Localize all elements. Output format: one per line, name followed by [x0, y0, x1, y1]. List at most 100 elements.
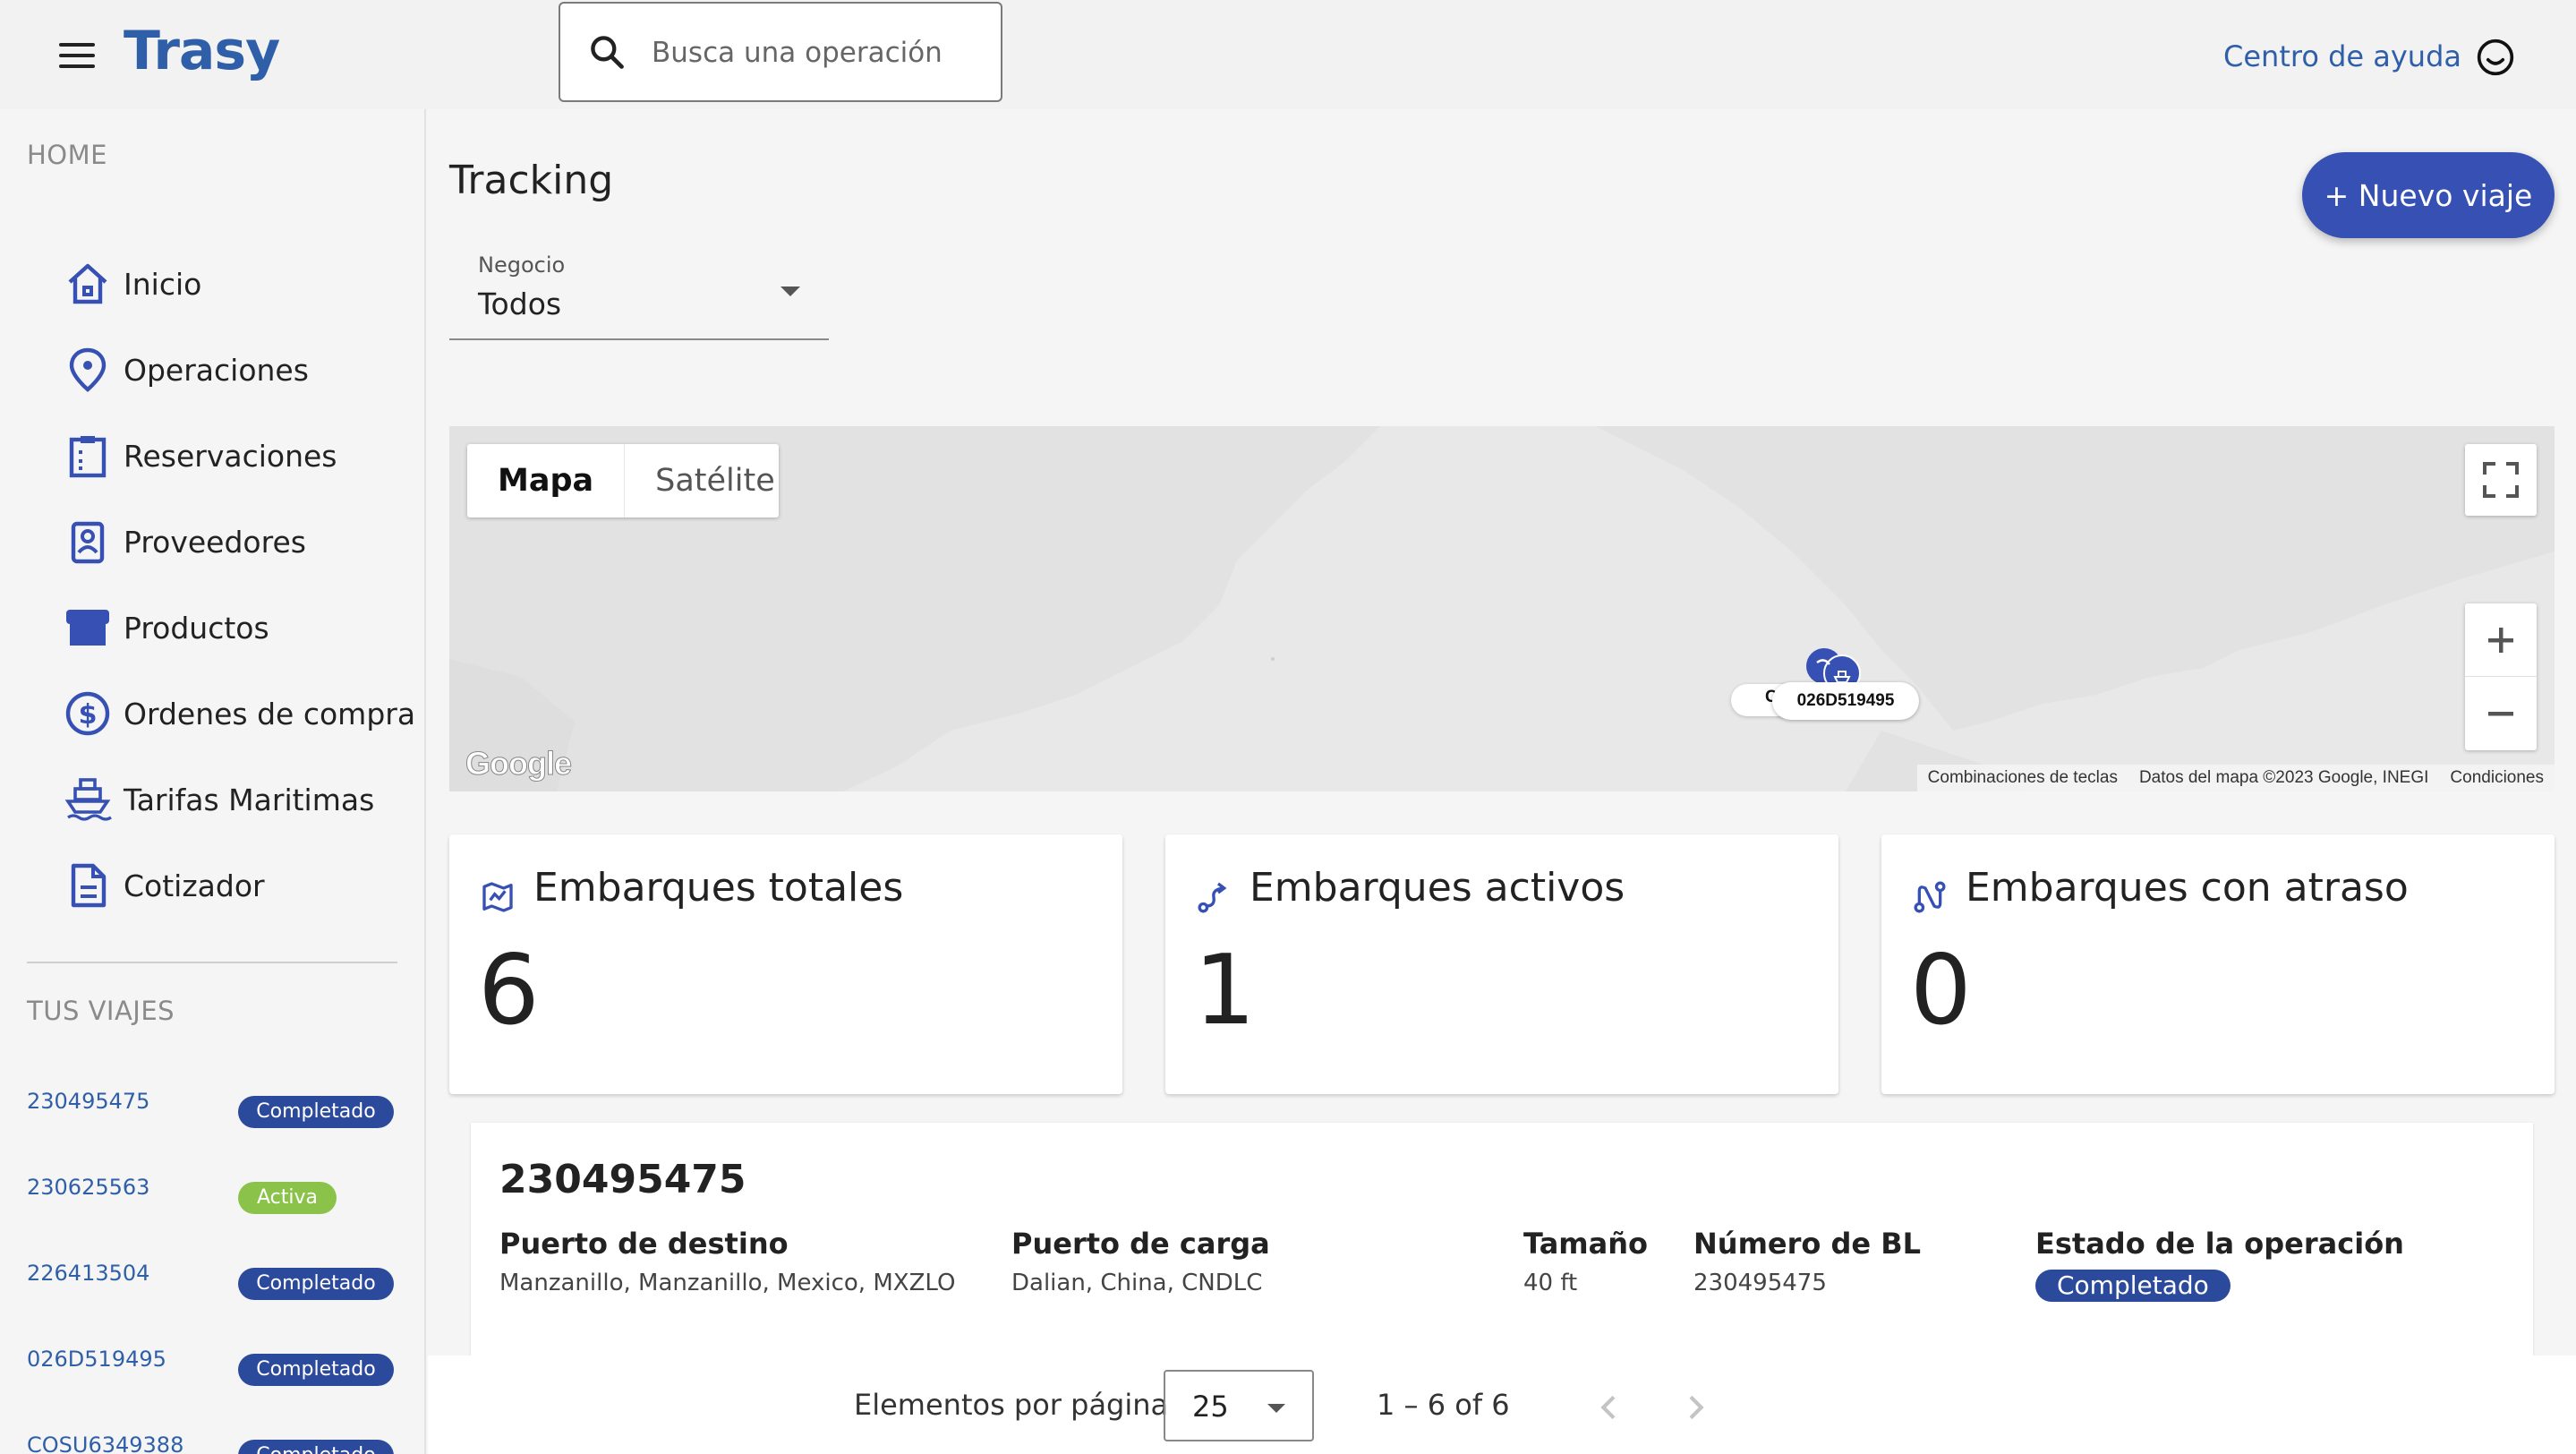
previous-page-icon[interactable]: [1591, 1390, 1627, 1425]
keyboard-shortcuts-link[interactable]: Combinaciones de teclas: [1928, 768, 2118, 788]
trip-list-item[interactable]: COSU6349388 Completado: [27, 1429, 397, 1454]
trip-id-link[interactable]: 226413504: [27, 1261, 149, 1286]
trip-list-item[interactable]: 226413504 Completado: [27, 1257, 397, 1302]
stat-card-active: Embarques activos 1: [1165, 834, 1838, 1094]
column-value: Manzanillo, Manzanillo, Mexico, MXZLO: [499, 1270, 956, 1296]
sidebar-item-reservaciones[interactable]: Reservaciones: [63, 424, 412, 487]
zoom-control: [2465, 603, 2537, 750]
trip-list-item[interactable]: 026D519495 Completado: [27, 1343, 397, 1388]
route-arrow-icon: [1198, 882, 1227, 913]
route-delay-icon: [1914, 881, 1946, 913]
operation-status-column: Estado de la operación Completado: [2035, 1227, 2404, 1302]
sidebar-trips-heading: TUS VIAJES: [27, 996, 175, 1026]
stat-value: 6: [478, 935, 540, 1047]
column-label: Tamaño: [1523, 1227, 1648, 1261]
trip-id-link[interactable]: 026D519495: [27, 1347, 166, 1372]
stat-title: Embarques totales: [533, 865, 904, 911]
column-label: Estado de la operación: [2035, 1227, 2404, 1261]
svg-text:$: $: [79, 699, 98, 731]
trip-id-link[interactable]: COSU6349388: [27, 1433, 183, 1454]
next-page-icon[interactable]: [1677, 1390, 1713, 1425]
trip-list-item[interactable]: 230625563 Activa: [27, 1171, 397, 1216]
business-filter-select[interactable]: Negocio Todos: [449, 242, 829, 340]
fullscreen-button[interactable]: [2465, 444, 2537, 516]
page-title: Tracking: [449, 158, 614, 203]
trip-id-link[interactable]: 230625563: [27, 1175, 149, 1200]
tab-satelite[interactable]: Satélite: [625, 444, 806, 517]
ship-icon: [64, 778, 112, 821]
column-label: Puerto de destino: [499, 1227, 789, 1261]
stat-value: 1: [1194, 935, 1256, 1047]
stat-title: Embarques activos: [1250, 865, 1625, 911]
stat-title: Embarques con atraso: [1966, 865, 2409, 911]
business-filter-value: Todos: [478, 287, 562, 321]
status-badge: Activa: [238, 1182, 337, 1214]
home-icon: [68, 263, 107, 304]
trip-id-link[interactable]: 230495475: [27, 1089, 149, 1114]
sidebar-item-label: Proveedores: [124, 524, 306, 560]
tab-mapa[interactable]: Mapa: [467, 444, 626, 517]
minus-icon: [2488, 712, 2513, 716]
sidebar: HOME Inicio Operaciones Reservaciones Pr…: [0, 109, 426, 1454]
store-icon: [66, 610, 109, 646]
top-app-bar: Trasy Centro de ayuda: [0, 0, 2576, 109]
status-badge: Completado: [238, 1440, 394, 1454]
app-logo[interactable]: Trasy: [124, 20, 280, 82]
destination-port-column: Puerto de destino Manzanillo, Manzanillo…: [499, 1227, 955, 1296]
sidebar-item-cotizador[interactable]: Cotizador: [63, 854, 412, 917]
new-trip-button[interactable]: + Nuevo viaje: [2302, 152, 2555, 238]
sidebar-item-proveedores[interactable]: Proveedores: [63, 510, 412, 573]
plus-icon: [2488, 627, 2513, 653]
sidebar-item-label: Ordenes de compra: [124, 696, 416, 731]
search-box[interactable]: [559, 2, 1002, 102]
sidebar-item-tarifas-maritimas[interactable]: Tarifas Maritimas: [63, 768, 412, 831]
paginator: Elementos por página 25 1 – 6 of 6: [428, 1356, 2576, 1454]
stat-card-total: Embarques totales 6: [449, 834, 1122, 1094]
status-badge: Completado: [2035, 1270, 2231, 1302]
shipment-id: 230495475: [499, 1157, 746, 1202]
column-label: Puerto de carga: [1011, 1227, 1270, 1261]
sidebar-item-label: Operaciones: [124, 352, 309, 388]
sidebar-item-label: Tarifas Maritimas: [124, 782, 375, 817]
terms-link[interactable]: Condiciones: [2450, 768, 2544, 788]
map-type-control: Mapa Satélite: [467, 444, 779, 517]
shipment-card[interactable]: 230495475 Puerto de destino Manzanillo, …: [471, 1123, 2533, 1356]
page-size-select[interactable]: 25: [1164, 1370, 1314, 1441]
status-badge: Completado: [238, 1096, 394, 1128]
map-attribution: Combinaciones de teclas Datos del mapa ©…: [1916, 765, 2555, 791]
size-column: Tamaño 40 ft: [1523, 1227, 1648, 1296]
route-map-icon: [482, 882, 513, 912]
hamburger-menu-icon[interactable]: [59, 43, 95, 72]
status-badge: Completado: [238, 1268, 394, 1300]
location-pin-icon: [69, 347, 107, 392]
sidebar-item-label: Cotizador: [124, 868, 265, 903]
sidebar-item-label: Inicio: [124, 266, 202, 302]
sidebar-item-inicio[interactable]: Inicio: [63, 252, 412, 315]
status-badge: Completado: [238, 1354, 394, 1386]
trip-list-item[interactable]: 230495475 Completado: [27, 1085, 397, 1130]
zoom-in-button[interactable]: [2465, 603, 2537, 677]
clipboard-icon: [69, 436, 107, 478]
column-value: Dalian, China, CNDLC: [1011, 1270, 1263, 1296]
dropdown-arrow-icon: [1267, 1404, 1285, 1413]
tracking-map[interactable]: Mapa Satélite C 026D519495 Google Combin…: [449, 426, 2555, 791]
column-value: 230495475: [1693, 1270, 1827, 1296]
dollar-circle-icon: $: [65, 691, 110, 736]
help-center-link[interactable]: Centro de ayuda: [2223, 39, 2461, 73]
sidebar-item-operaciones[interactable]: Operaciones: [63, 338, 412, 401]
sidebar-item-productos[interactable]: Productos: [63, 596, 412, 659]
map-data-credit: Datos del mapa ©2023 Google, INEGI: [2138, 768, 2429, 787]
search-icon: [591, 36, 624, 69]
search-input[interactable]: [652, 29, 983, 77]
map-marker-label[interactable]: 026D519495: [1772, 682, 1919, 720]
column-label: Número de BL: [1693, 1227, 1922, 1261]
sidebar-divider: [27, 962, 397, 963]
zoom-out-button[interactable]: [2465, 677, 2537, 750]
sidebar-item-ordenes-de-compra[interactable]: $ Ordenes de compra: [63, 682, 416, 745]
business-filter-label: Negocio: [478, 252, 566, 278]
sidebar-item-label: Productos: [124, 610, 269, 646]
bl-number-column: Número de BL 230495475: [1693, 1227, 1921, 1296]
stat-card-delayed: Embarques con atraso 0: [1881, 834, 2555, 1094]
account-smiley-icon[interactable]: [2476, 38, 2515, 77]
stat-value: 0: [1910, 935, 1972, 1047]
